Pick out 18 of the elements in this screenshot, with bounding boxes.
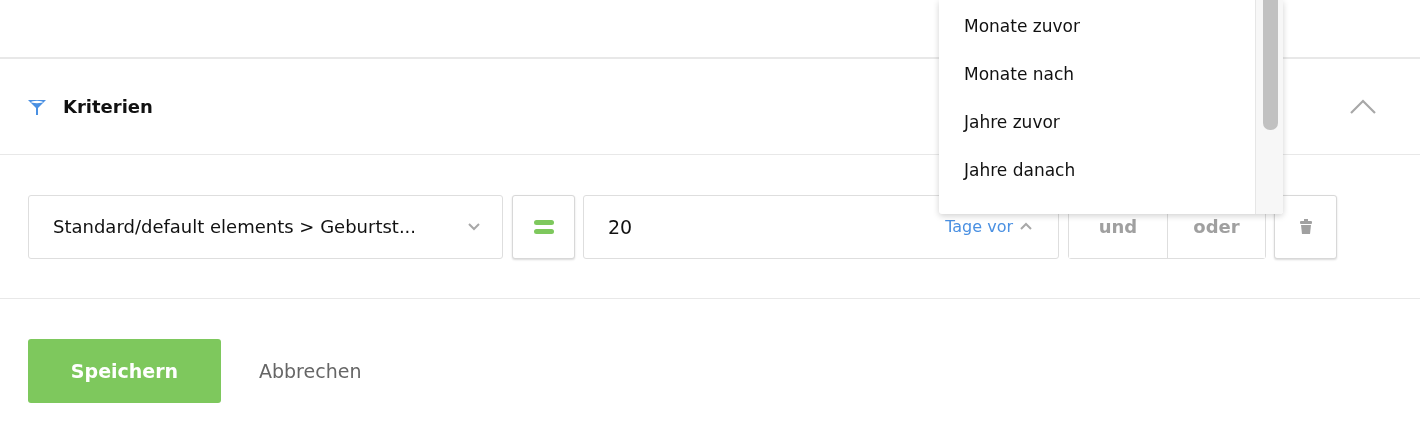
dropdown-option[interactable]: Monate zuvor <box>939 2 1255 50</box>
operator-button[interactable] <box>512 194 575 259</box>
field-value: 20 <box>608 215 634 238</box>
dropdown-option[interactable]: Jahre zuvor <box>939 98 1255 146</box>
scrollbar-thumb[interactable] <box>1263 0 1278 130</box>
delete-button[interactable] <box>1274 194 1337 259</box>
dropdown-option[interactable]: Monate nach <box>939 50 1255 98</box>
section-title: Kriterien <box>63 96 154 117</box>
equals-icon <box>533 219 554 234</box>
select-value: Standard/default elements > Geburtst... <box>53 216 418 237</box>
collapse-toggle-icon[interactable] <box>1349 98 1377 115</box>
dropdown-option[interactable]: Jahre danach <box>939 146 1255 194</box>
filter-icon <box>27 98 47 115</box>
field-select[interactable]: Standard/default elements > Geburtst... <box>28 194 503 259</box>
trash-icon <box>1298 219 1313 234</box>
unit-label: Tage vor <box>945 217 1013 236</box>
cancel-button[interactable]: Abbrechen <box>257 356 364 386</box>
caret-icon <box>468 222 480 231</box>
